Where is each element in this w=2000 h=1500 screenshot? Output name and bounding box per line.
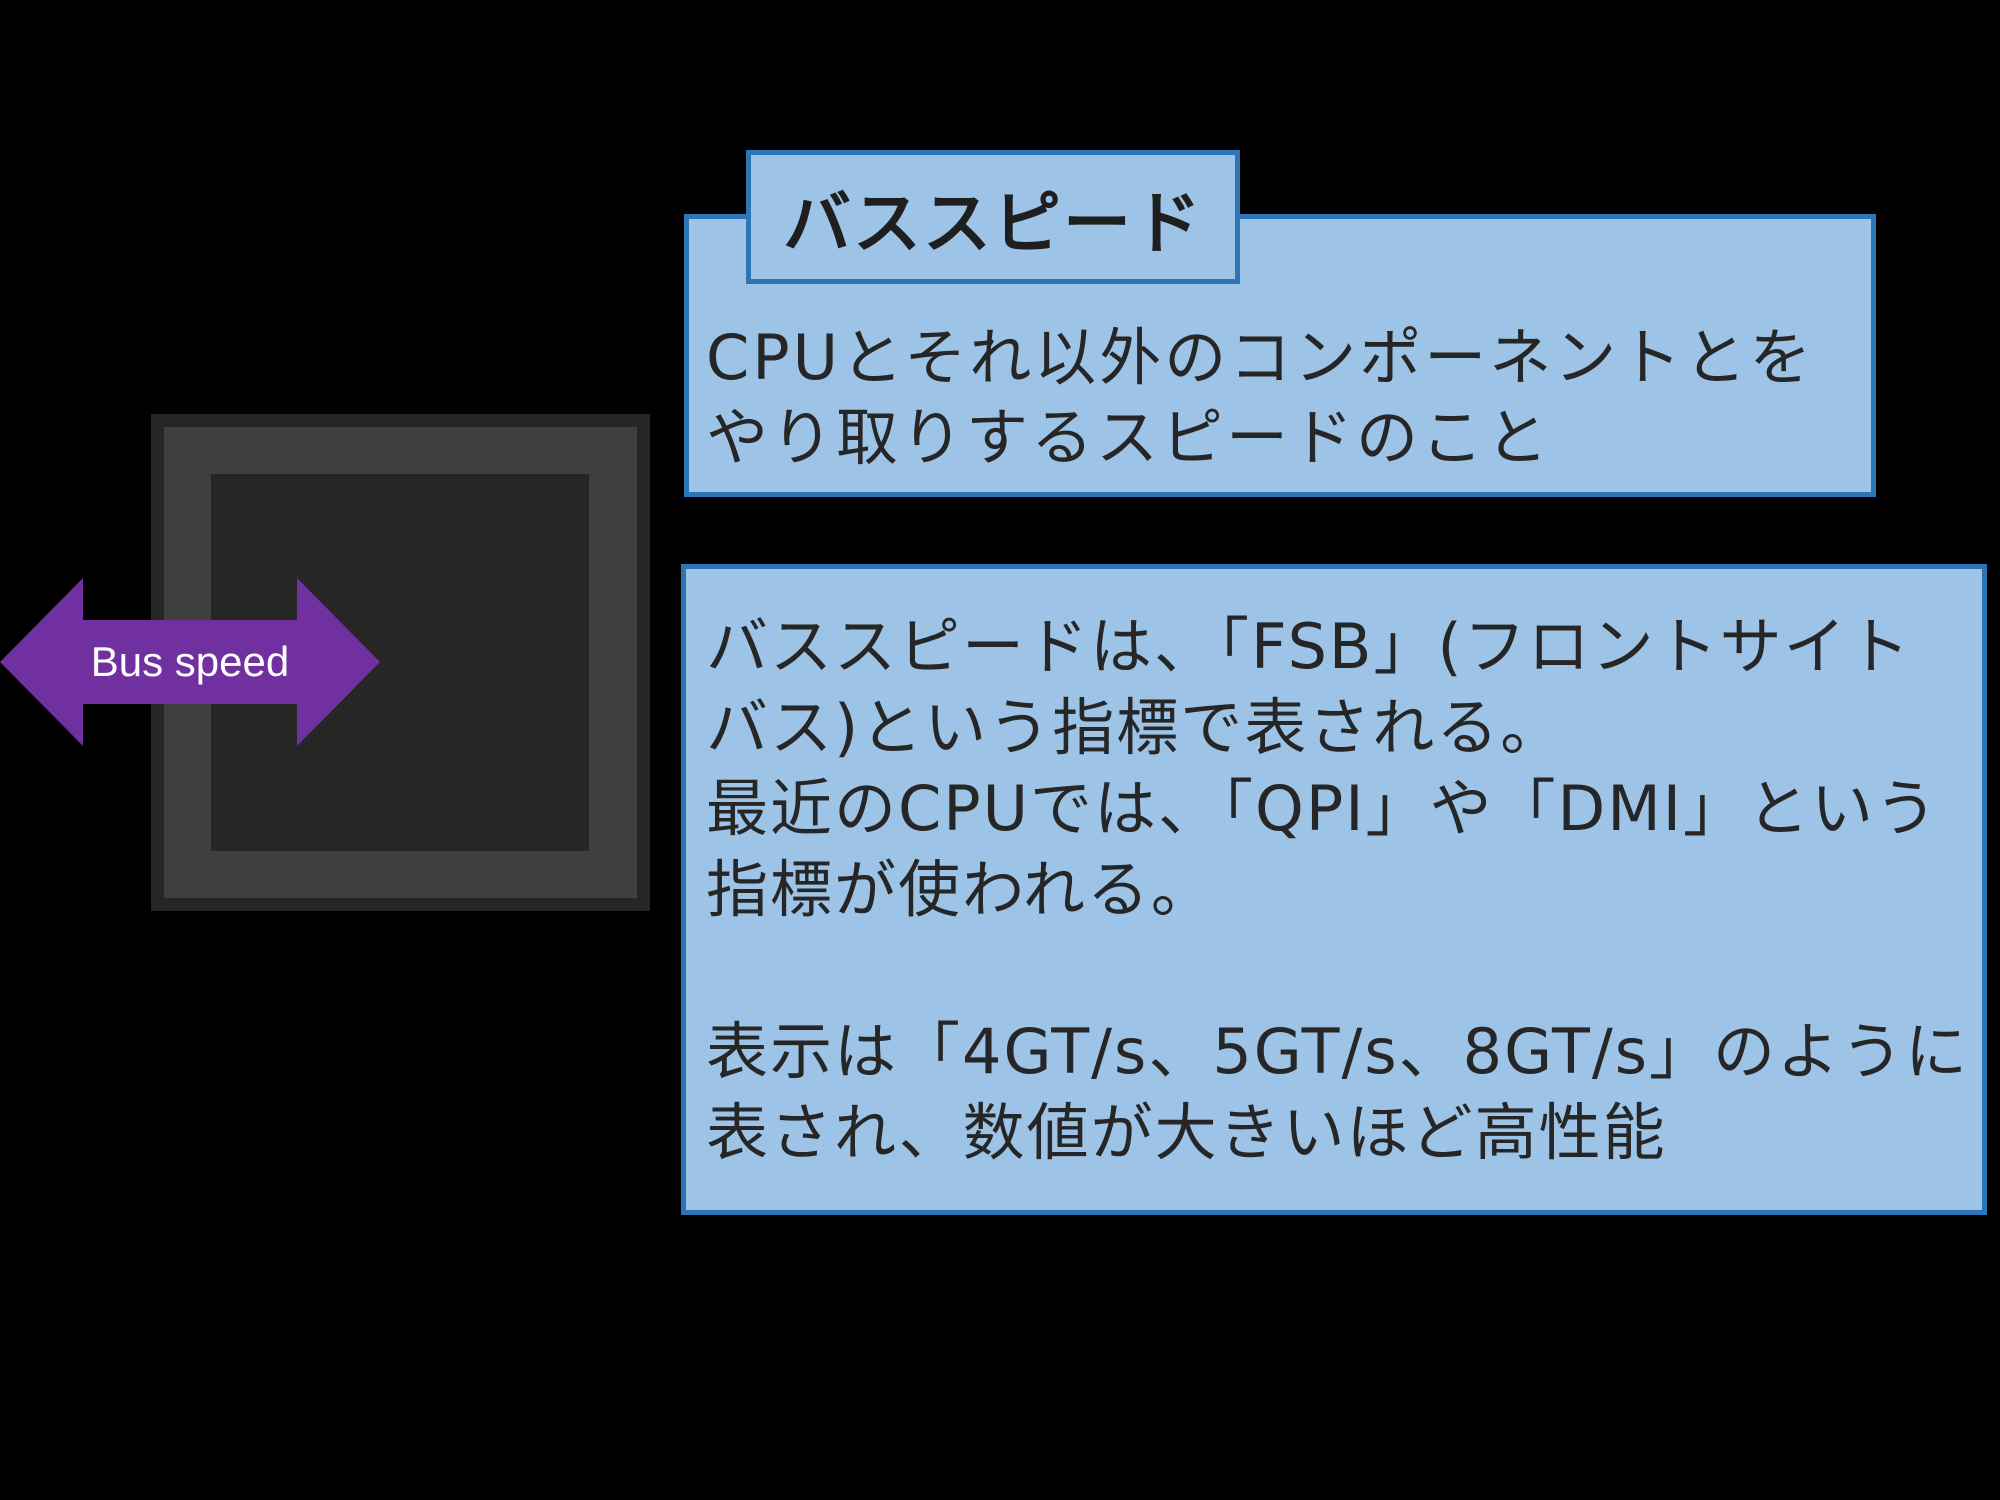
definition-text: CPUとそれ以外のコンポーネントとをやり取りするスピードのこと: [706, 321, 1815, 474]
detail-line: 指標が使われる。: [706, 853, 1215, 926]
detail-line: 表示は「4GT/s、5GT/s、8GT/s」のように: [706, 1015, 1970, 1088]
detail-text: バススピードは、「FSB」(フロントサイト バス)という指標で表される。 最近の…: [706, 606, 1976, 1173]
detail-line: [706, 930, 1976, 1011]
detail-line: バス)という指標で表される。: [706, 691, 1565, 764]
detail-line: バススピードは、「FSB」(フロントサイト: [706, 610, 1912, 683]
detail-line: 表され、数値が大きいほど高性能: [706, 1096, 1667, 1169]
definition-title-tab: バススピード: [746, 150, 1240, 284]
definition-title: バススピード: [782, 184, 1203, 264]
detail-line: 最近のCPUでは、「QPI」や「DMI」という: [706, 772, 1940, 845]
bus-speed-label: Bus speed: [90, 638, 290, 685]
